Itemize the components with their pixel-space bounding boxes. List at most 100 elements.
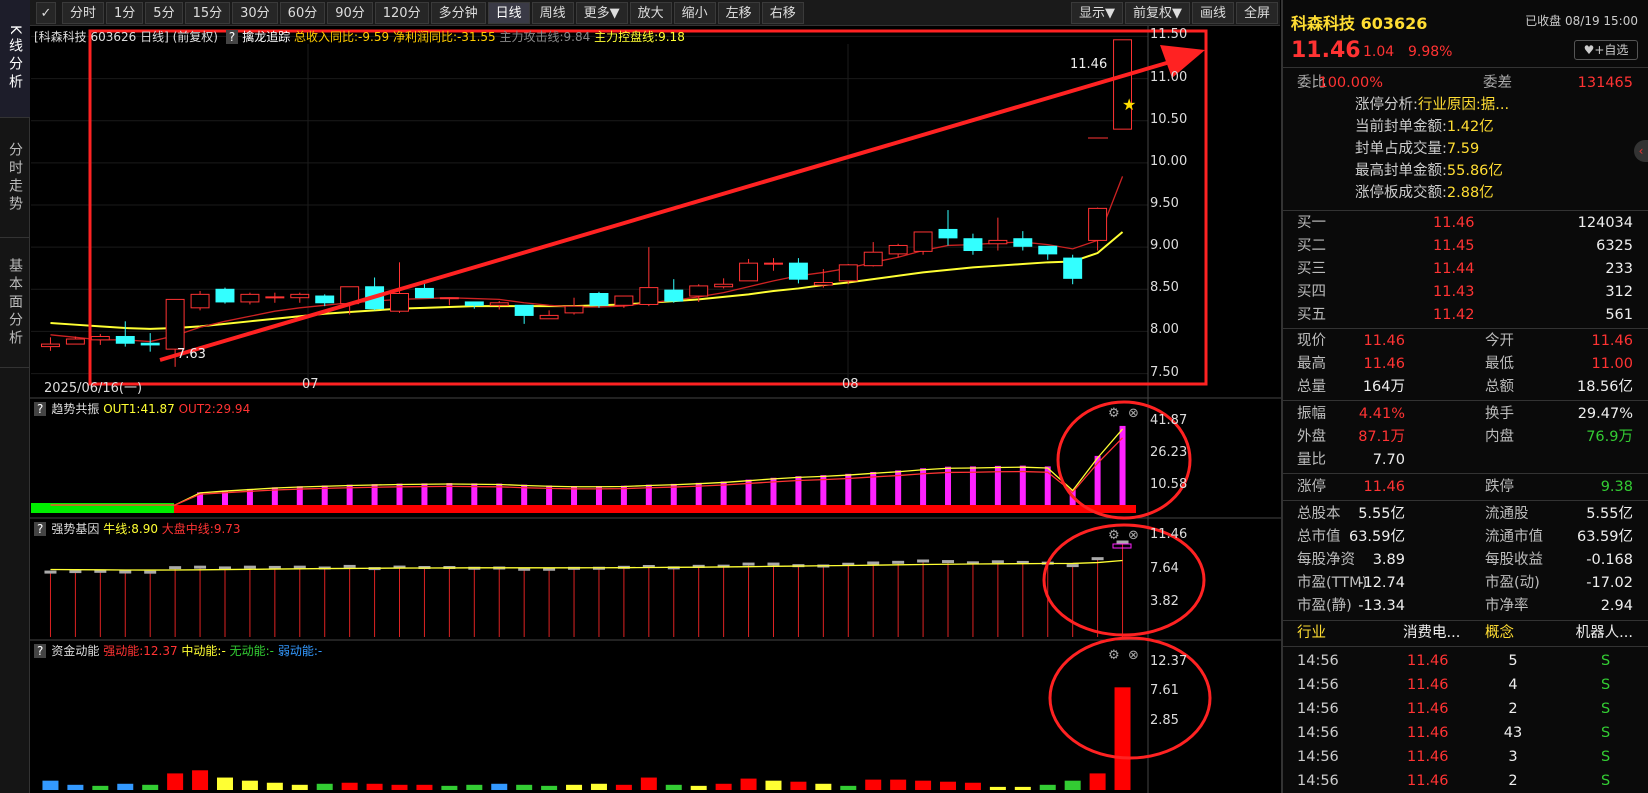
sub3-bar: [341, 782, 358, 790]
sub2-cap: [767, 562, 780, 566]
tick-row: 14:56 11.46 5 S: [1283, 649, 1643, 673]
stat-value: 29.47%: [1577, 406, 1633, 422]
add-watchlist-button[interactable]: ♥+自选: [1574, 40, 1638, 60]
sub3-bar: [92, 785, 109, 790]
stat-value: -12.74: [1358, 575, 1405, 591]
candle-body: [564, 305, 584, 314]
adjust-mode: (前复权): [168, 30, 222, 44]
candle-body: [140, 342, 160, 346]
close-status: 已收盘 08/19 15:00: [1525, 14, 1638, 28]
gear-icon[interactable]: ⚙: [1108, 648, 1120, 663]
candle-body: [240, 293, 260, 303]
quote-panel: 科森科技 603626 已收盘 08/19 15:00 11.46 1.04 9…: [1281, 0, 1648, 793]
sub2-cap: [942, 560, 955, 564]
stats2-row-1: 外盘 87.1万 内盘 76.9万: [1283, 426, 1643, 449]
sub2-cap: [1091, 557, 1104, 561]
sub3-bar: [865, 779, 882, 790]
bid-label: 买三: [1297, 261, 1326, 277]
sub3-bar: [541, 785, 558, 790]
tick-row: 14:56 11.46 4 S: [1283, 673, 1643, 697]
stat-label: 总量: [1297, 379, 1326, 395]
candle-body: [664, 289, 684, 302]
sub3-bar: [615, 784, 632, 790]
indicator-value-0: 总收入同比:-9.59: [294, 30, 393, 44]
sub3-bar: [590, 783, 607, 790]
tick-time: 14:56: [1297, 701, 1339, 717]
stat-value: 9.38: [1600, 479, 1633, 495]
tick-side: S: [1601, 701, 1611, 717]
stat-value: 4.41%: [1358, 406, 1405, 422]
bid-label: 买一: [1297, 215, 1326, 231]
main-y-tick-2: 10.50: [1150, 111, 1188, 127]
sub1-help-icon: ?: [34, 402, 47, 416]
sub3-bar: [640, 777, 657, 790]
sub3-bar: [1014, 786, 1031, 790]
stat-label: 现价: [1297, 333, 1326, 349]
sub2-y-tick-2: 3.82: [1150, 594, 1179, 609]
limit-line-label: 封单占成交量:: [1355, 141, 1447, 157]
sub3-bar: [840, 785, 857, 790]
tick-price: 11.46: [1407, 725, 1449, 741]
candle-body: [714, 283, 734, 288]
tick-price: 11.46: [1407, 749, 1449, 765]
sub3-bar: [890, 779, 907, 790]
sub3-bar: [765, 780, 782, 790]
candle-body: [963, 238, 983, 252]
candle-body: [1063, 257, 1083, 279]
stock-name: 科森科技 603626: [1291, 14, 1428, 33]
sub2-cap: [991, 560, 1004, 564]
sub2-cap: [69, 570, 82, 574]
sub3-bar: [491, 783, 508, 790]
bid-price: 11.45: [1433, 238, 1475, 254]
stat-label: 振幅: [1297, 406, 1326, 422]
stat-label: 内盘: [1485, 429, 1514, 445]
collapse-arrow-icon[interactable]: ‹: [1634, 140, 1648, 162]
sub3-bar: [441, 785, 458, 790]
stats4-row-2: 每股净资 3.89 每股收益 -0.168: [1283, 549, 1643, 572]
close-icon[interactable]: ⊗: [1128, 528, 1139, 543]
candle-body: [988, 239, 1008, 245]
chart-area[interactable]: ★ ⚙ ⊗ ⚙ ⊗ ⚙ ⊗: [0, 0, 1281, 793]
separator: [1283, 473, 1648, 474]
sub2-cap: [44, 570, 57, 574]
limit-line-value: 行业原因:据...: [1417, 97, 1510, 113]
tick-volume: 4: [1508, 677, 1518, 693]
bid-row-3: 买四 11.43 312: [1283, 281, 1643, 304]
price-change-pct: 9.98%: [1408, 44, 1453, 60]
sub3-bar: [665, 784, 682, 790]
sub3-bar: [42, 780, 59, 790]
candle-body: [1013, 238, 1033, 247]
candle-body: [639, 287, 659, 305]
sub2-cap: [742, 562, 755, 566]
order-ratio-row: 委比 100.00% 委差 131465: [1297, 75, 1633, 91]
main-y-tick-6: 8.50: [1150, 280, 1179, 296]
sub2-value-1: 大盘中线:9.73: [161, 522, 241, 536]
tick-time: 14:56: [1297, 773, 1339, 789]
sub1-out2-line: [50, 437, 1123, 506]
candle-body: [290, 293, 310, 299]
sub3-bar: [192, 770, 209, 790]
close-icon[interactable]: ⊗: [1128, 648, 1139, 663]
gear-icon[interactable]: ⚙: [1108, 528, 1120, 543]
sub2-title: ? 强势基因 牛线:8.90 大盘中线:9.73: [34, 520, 241, 537]
stats3-row-0: 涨停 11.46 跌停 9.38: [1283, 476, 1643, 499]
sub3-bar: [989, 786, 1006, 790]
sub2-help-icon: ?: [34, 522, 47, 536]
bid-label: 买四: [1297, 284, 1326, 300]
candle-body: [514, 304, 534, 316]
candle-body: [1113, 39, 1133, 130]
stats2-row-2: 量比 7.70: [1283, 449, 1643, 472]
separator: [1283, 500, 1648, 501]
tick-row: 14:56 11.46 3 S: [1283, 745, 1643, 769]
sub3-title: ? 资金动能 强动能:12.37 中动能:- 无动能:- 弱动能:-: [34, 642, 322, 659]
gear-icon[interactable]: ⚙: [1108, 406, 1120, 421]
main-y-tick-1: 11.00: [1150, 69, 1188, 85]
close-icon[interactable]: ⊗: [1128, 406, 1139, 421]
sub2-cap: [144, 570, 157, 574]
candle-body: [788, 262, 808, 280]
limit-line-value: 2.88亿: [1446, 185, 1494, 201]
stat-value: 2.94: [1600, 598, 1633, 614]
candle-body: [115, 335, 135, 344]
sub1-y-tick-0: 41.87: [1150, 413, 1188, 428]
tick-side: S: [1601, 653, 1611, 669]
